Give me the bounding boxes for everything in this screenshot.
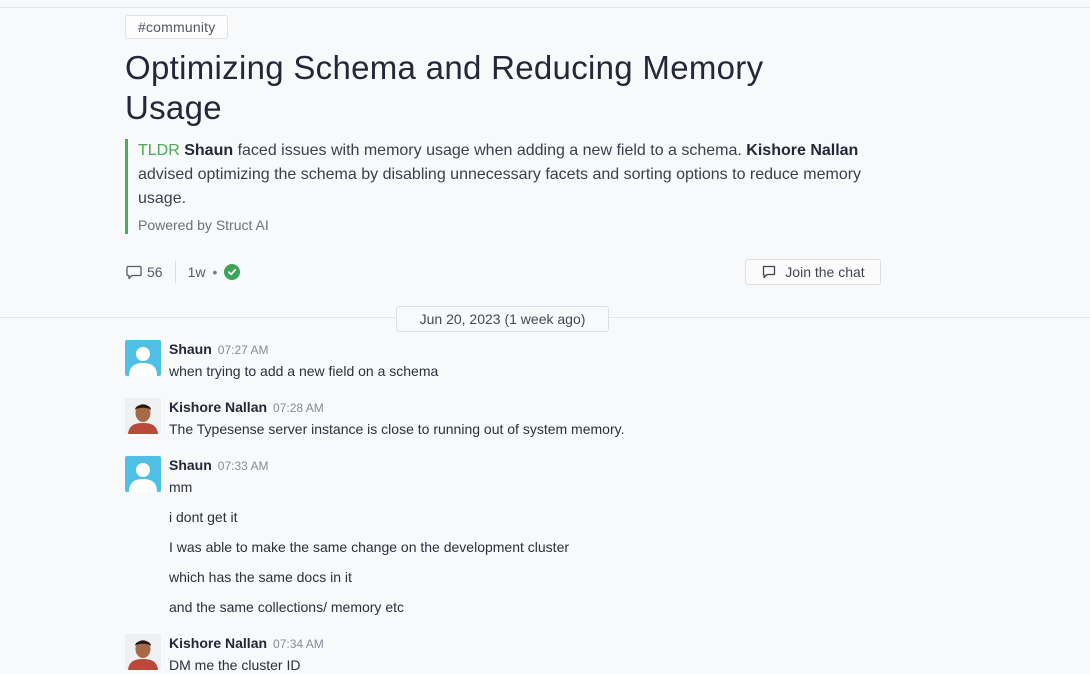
channel-tag[interactable]: #community — [125, 15, 229, 39]
message-author[interactable]: Kishore Nallan — [169, 399, 267, 415]
message-continuation: i dont get it — [169, 509, 238, 525]
message-author[interactable]: Kishore Nallan — [169, 635, 267, 651]
tldr-sentence-1: faced issues with memory usage when addi… — [233, 142, 747, 159]
message-time[interactable]: 07:34 AM — [273, 637, 324, 651]
message-time[interactable]: 07:28 AM — [273, 401, 324, 415]
user-placeholder-icon[interactable] — [125, 456, 161, 492]
powered-by-text: Powered by Struct AI — [138, 217, 269, 233]
message-continuation: which has the same docs in it — [169, 569, 352, 585]
message-author[interactable]: Shaun — [169, 341, 212, 357]
tldr-sentence-2: advised optimizing the schema by disabli… — [138, 166, 862, 207]
tldr-name-shaun: Shaun — [184, 142, 234, 159]
avatar[interactable] — [125, 398, 161, 434]
message-continuation: and the same collections/ memory etc — [169, 599, 404, 615]
avatar[interactable] — [125, 634, 161, 670]
thread-age: 1w — [187, 264, 206, 280]
message-text: mm — [169, 479, 193, 495]
meta-bullet: • — [212, 264, 218, 280]
tldr-text: TLDR Shaun faced issues with memory usag… — [138, 139, 885, 211]
message-text: The Typesense server instance is close t… — [169, 421, 625, 437]
message-text: DM me the cluster ID — [169, 657, 301, 673]
date-divider: Jun 20, 2023 (1 week ago) — [396, 306, 609, 332]
comment-icon — [126, 265, 142, 280]
user-placeholder-icon[interactable] — [125, 340, 161, 376]
message-continuation: I was able to make the same change on th… — [169, 539, 570, 555]
tldr-label: TLDR — [138, 142, 180, 159]
message-text: when trying to add a new field on a sche… — [169, 363, 439, 379]
chat-bubble-icon — [763, 265, 776, 279]
message-author[interactable]: Shaun — [169, 457, 212, 473]
join-chat-label: Join the chat — [785, 264, 865, 280]
resolved-check-icon — [224, 264, 241, 280]
join-chat-button[interactable]: Join the chat — [745, 259, 881, 285]
message-time[interactable]: 07:33 AM — [218, 459, 269, 473]
page-title: Optimizing Schema and Reducing Memory Us… — [125, 49, 764, 126]
message-time[interactable]: 07:27 AM — [218, 343, 269, 357]
meta-separator — [174, 261, 176, 283]
tldr-summary: TLDR Shaun faced issues with memory usag… — [125, 139, 885, 234]
thread-meta: 56 1w • — [125, 261, 241, 283]
top-divider — [0, 7, 1090, 8]
reply-count: 56 — [147, 264, 163, 280]
tldr-name-kishore: Kishore Nallan — [746, 142, 859, 159]
